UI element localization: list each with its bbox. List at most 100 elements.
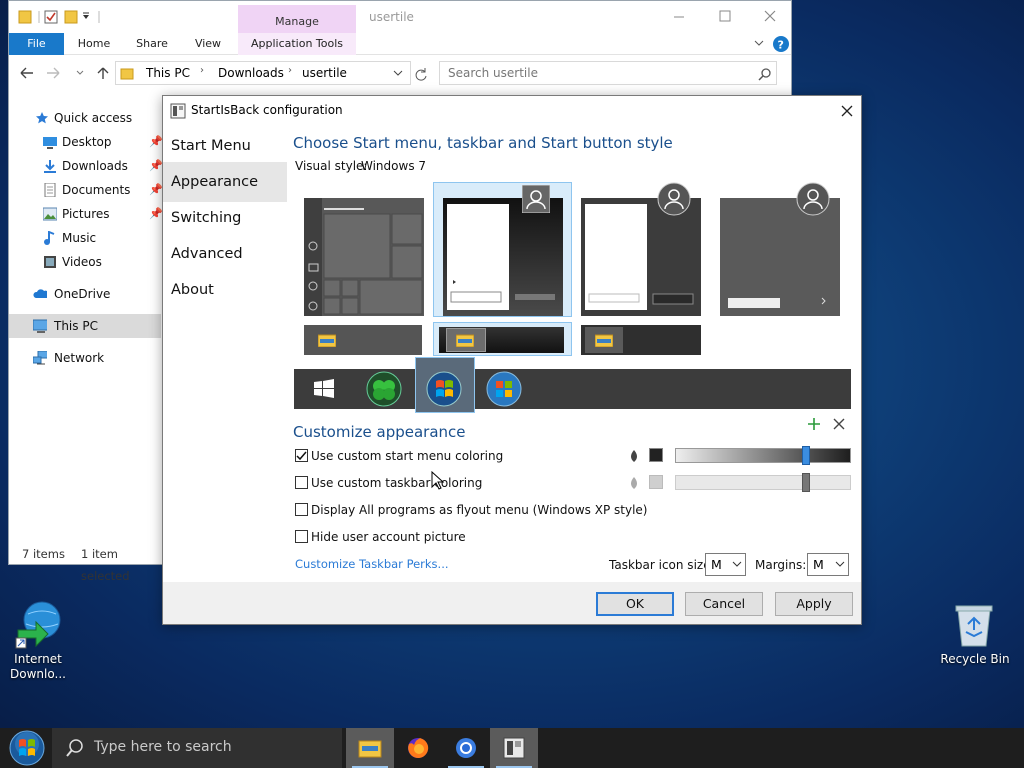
ok-button[interactable]: OK [596,592,674,616]
windows10-logo-icon[interactable] [314,379,334,399]
tab-file[interactable]: File [9,33,64,55]
user-avatar-icon [657,182,691,216]
margins-select[interactable]: M [807,553,849,576]
start-menu-style-win7-selected[interactable] [433,182,572,317]
ribbon-expand-help[interactable]: ? [753,35,789,53]
desktop-icon-internet-download-manager[interactable]: Internet Downlo... [8,600,68,690]
firefox-icon [408,737,429,758]
nav-music[interactable]: Music [9,226,161,250]
tab-application-tools[interactable]: Application Tools [238,33,356,55]
taskbar-app-chrome[interactable] [442,728,490,768]
clover-orb-icon[interactable] [366,371,402,407]
sidebar-item-start-menu[interactable]: Start Menu [163,126,287,166]
taskbar-style-win10[interactable] [304,325,422,355]
navigation-arrows[interactable] [17,65,113,83]
windows7-orb-icon[interactable] [426,371,462,407]
svg-text:?: ? [778,39,784,52]
taskbar-app-startisback-config[interactable] [490,728,538,768]
address-bar[interactable]: This PC › Downloads › usertile [115,61,411,85]
margins-label: Margins: [755,558,807,572]
slider-thumb[interactable] [802,473,811,492]
start-menu-color-swatch[interactable] [649,448,663,462]
custom-start-menu-coloring-label[interactable]: Use custom start menu coloring [311,449,503,463]
app-icon [170,103,186,119]
hide-user-picture-checkbox[interactable] [295,530,308,543]
breadcrumb-usertile[interactable]: usertile [302,66,347,80]
nav-downloads[interactable]: Downloads 📌 [9,154,163,178]
computer-icon [33,319,47,333]
search-input[interactable]: Search usertile [448,66,538,80]
start-orb-icon[interactable] [8,730,46,766]
close-icon[interactable] [840,104,854,118]
custom-start-menu-coloring-checkbox[interactable] [295,449,308,462]
start-menu-style-win10[interactable] [304,198,424,316]
nav-desktop[interactable]: Desktop 📌 [9,130,163,154]
custom-taskbar-coloring-checkbox[interactable] [295,476,308,489]
taskbar-icon-size-label: Taskbar icon size: [609,558,715,572]
nav-documents[interactable]: Documents 📌 [9,178,163,202]
hide-user-picture-label[interactable]: Hide user account picture [311,530,466,544]
chevron-down-icon [732,561,742,567]
search-box[interactable]: Search usertile [439,61,777,85]
search-icon [66,739,83,757]
pin-icon: 📌 [149,183,163,196]
tab-home[interactable]: Home [71,33,117,55]
slider-thumb[interactable] [802,446,811,465]
tab-manage[interactable]: Manage [238,5,356,33]
breadcrumb-downloads[interactable]: Downloads [218,66,284,80]
taskbar-icon-size-select[interactable]: M [705,553,746,576]
config-window-icon [503,737,525,759]
taskbar-app-file-explorer[interactable] [346,728,394,768]
style-heading: Choose Start menu, taskbar and Start but… [293,134,673,152]
start-menu-style-plain-light[interactable] [581,182,701,316]
customize-taskbar-perks-link[interactable]: Customize Taskbar Perks... [295,557,449,571]
tab-view[interactable]: View [185,33,231,55]
documents-icon [44,183,56,197]
nav-videos[interactable]: Videos [9,250,161,274]
icon-size-value: M [711,557,722,572]
nav-onedrive[interactable]: OneDrive [9,282,161,306]
start-menu-opacity-slider[interactable] [675,446,851,465]
nav-pictures[interactable]: Pictures 📌 [9,202,163,226]
window-controls[interactable] [664,7,784,27]
taskbar-search-box[interactable]: Type here to search [52,728,342,768]
taskbar-style-win7-selected[interactable] [433,322,572,356]
sidebar-item-about[interactable]: About [163,270,287,310]
address-bar-row: This PC › Downloads › usertile Search us… [9,57,791,89]
apply-button[interactable]: Apply [775,592,853,616]
cancel-button[interactable]: Cancel [685,592,763,616]
tab-share[interactable]: Share [129,33,175,55]
download-arrow-icon [44,160,56,173]
explorer-titlebar: usertile [9,1,791,33]
breadcrumb-this-pc[interactable]: This PC [146,66,190,80]
taskbar-style-plain[interactable] [581,325,701,355]
add-remove-orb-icons[interactable] [808,417,850,431]
desktop-icon-label: Recycle Bin [940,652,1010,666]
nav-network[interactable]: Network [9,346,161,370]
dialog-title: StartIsBack configuration [191,103,343,117]
windows-flag-orb-icon[interactable] [486,371,522,407]
desktop-icon-recycle-bin[interactable]: Recycle Bin [940,600,1010,670]
sidebar-item-advanced[interactable]: Advanced [163,234,287,274]
user-picture-icon [522,185,550,213]
taskbar-app-firefox[interactable] [394,728,442,768]
chevron-down-icon[interactable] [392,69,404,79]
taskbar-search-input[interactable]: Type here to search [94,739,232,755]
sidebar-item-switching[interactable]: Switching [163,198,287,238]
refresh-icon[interactable] [413,66,429,82]
quick-access-toolbar-icons[interactable] [17,8,117,26]
sidebar-item-appearance[interactable]: Appearance [163,162,287,202]
taskbar-color-swatch[interactable] [649,475,663,489]
start-menu-style-plain-dark[interactable] [720,182,840,316]
breadcrumb-separator-icon: › [288,65,292,76]
desktop-icon-label: Internet Downlo... [10,652,66,681]
nav-this-pc[interactable]: This PC [9,314,161,338]
cloud-icon [33,289,47,298]
nav-quick-access[interactable]: Quick access [9,106,161,130]
custom-taskbar-coloring-label[interactable]: Use custom taskbar coloring [311,476,482,490]
folder-icon [456,334,474,347]
taskbar-opacity-slider[interactable] [675,473,851,492]
flyout-menu-checkbox[interactable] [295,503,308,516]
flyout-menu-label[interactable]: Display All programs as flyout menu (Win… [311,503,647,517]
taskbar: Type here to search [0,728,1024,768]
